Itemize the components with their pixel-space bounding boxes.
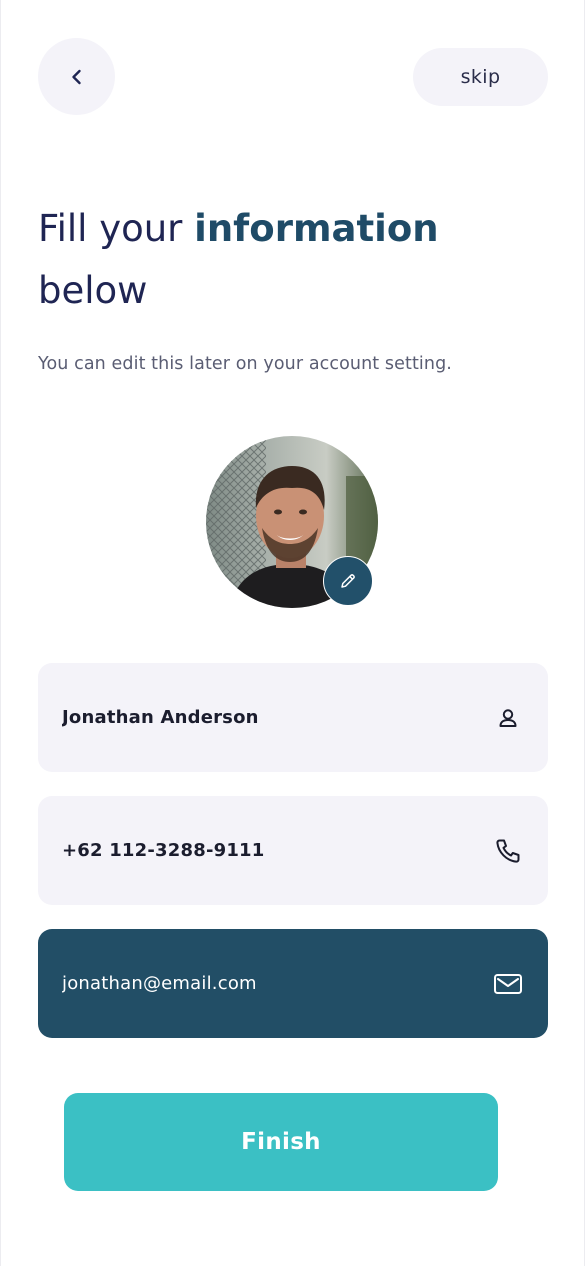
email-field-value: jonathan@email.com — [62, 973, 257, 994]
skip-button[interactable]: skip — [413, 48, 548, 106]
back-button[interactable] — [38, 38, 115, 115]
finish-button[interactable]: Finish — [64, 1093, 498, 1191]
profile-photo-section — [206, 436, 378, 608]
name-field-value: Jonathan Anderson — [62, 707, 259, 728]
name-field[interactable]: Jonathan Anderson — [38, 663, 548, 772]
phone-field-value: +62 112-3288-9111 — [62, 840, 265, 861]
user-icon — [492, 702, 524, 734]
frame-edge-left — [0, 0, 1, 1266]
edit-photo-button[interactable] — [323, 556, 373, 606]
page-title: Fill your information below — [38, 198, 558, 322]
page-subtitle: You can edit this later on your account … — [38, 354, 452, 374]
phone-field[interactable]: +62 112-3288-9111 — [38, 796, 548, 905]
mail-icon — [492, 968, 524, 1000]
title-prefix: Fill your — [38, 207, 195, 250]
chevron-left-icon — [71, 69, 81, 84]
pencil-icon — [341, 574, 355, 588]
email-field[interactable]: jonathan@email.com — [38, 929, 548, 1038]
title-highlight: information — [194, 207, 439, 250]
phone-icon — [492, 835, 524, 867]
title-suffix: below — [38, 269, 148, 312]
